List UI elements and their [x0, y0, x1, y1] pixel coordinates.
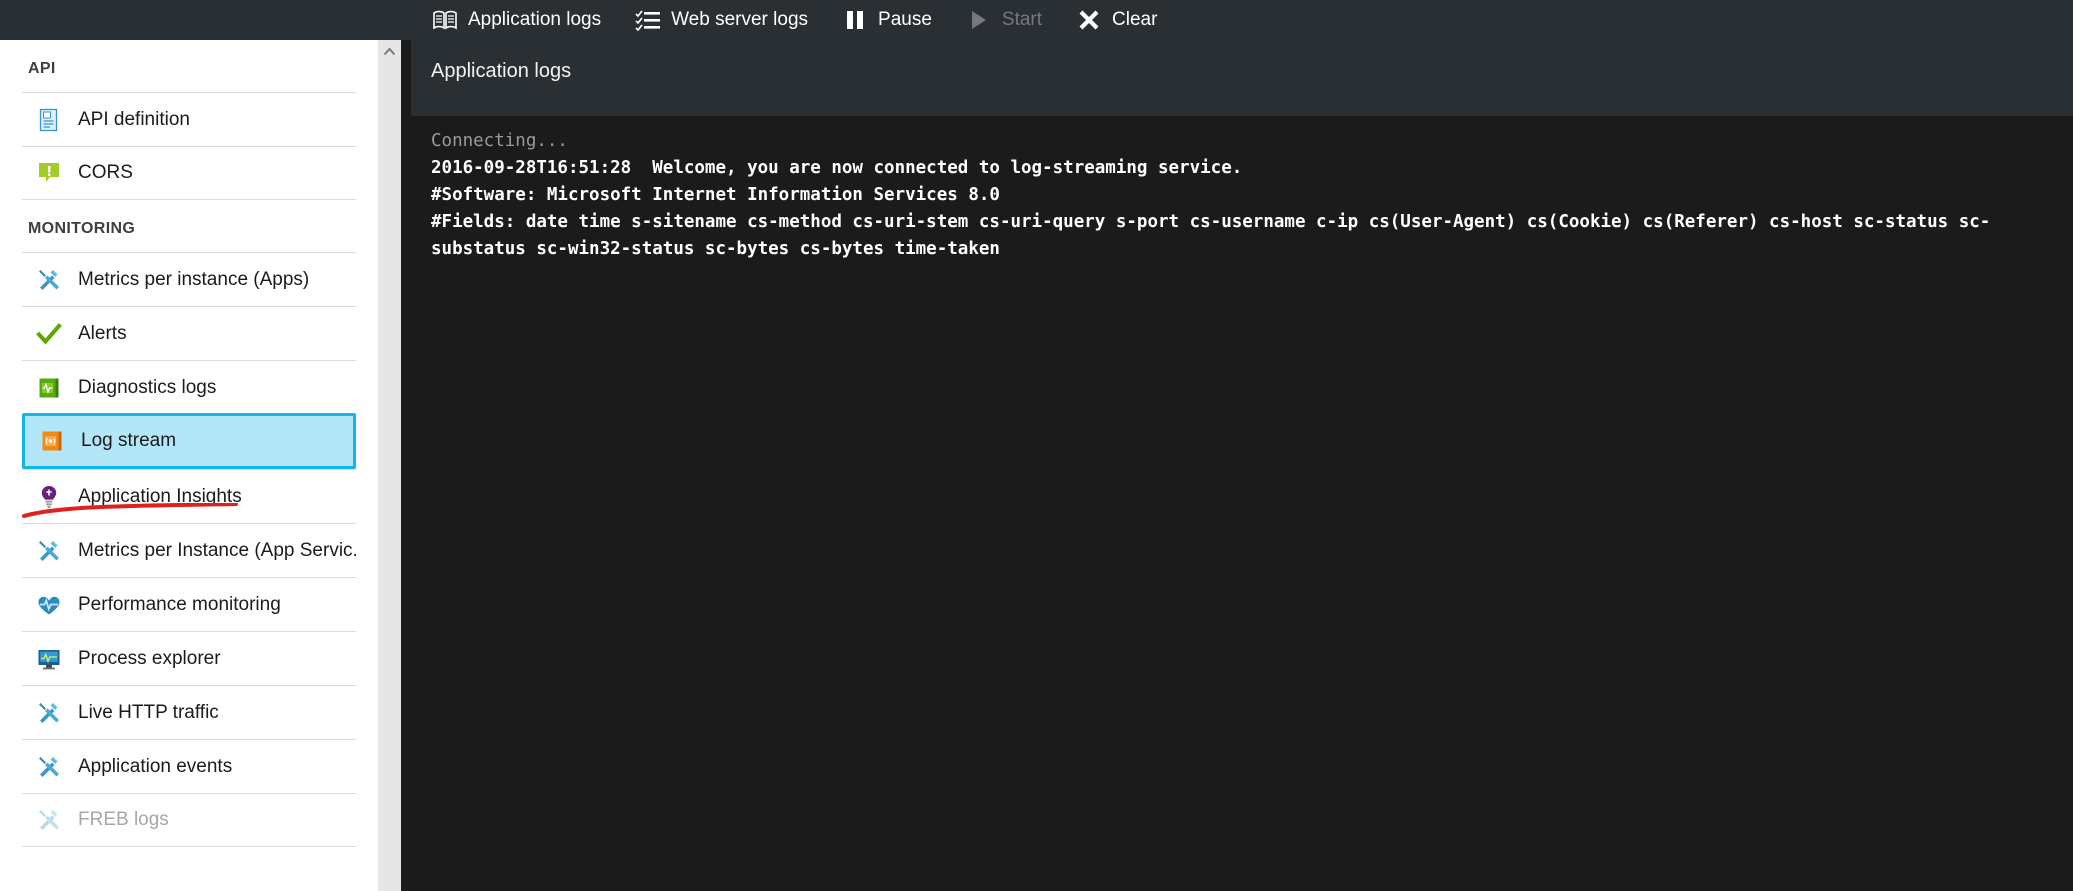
toolbar-left-spacer	[0, 20, 424, 21]
scroll-up-arrow-icon[interactable]	[378, 40, 401, 62]
log-line: 2016-09-28T16:51:28 Welcome, you are now…	[431, 158, 1243, 178]
monitor-icon	[36, 646, 62, 672]
sidebar-item-label: Process explorer	[78, 647, 221, 669]
sidebar-item-alerts[interactable]: Alerts	[22, 306, 356, 360]
tools-icon	[36, 807, 62, 833]
sidebar-item-label: Application events	[78, 755, 233, 777]
sidebar-item-process-explorer[interactable]: Process explorer	[22, 631, 356, 685]
sidebar-item-log-stream[interactable]: Log stream	[22, 413, 356, 469]
sidebar-scrollbar[interactable]	[378, 40, 401, 891]
log-stream-pane: Application logs Connecting... 2016-09-28…	[411, 40, 2073, 891]
toolbar-button-label: Clear	[1112, 9, 1158, 30]
sidebar-main-divider	[401, 40, 411, 891]
toolbar-button-label: Web server logs	[671, 9, 809, 30]
pause-icon	[842, 7, 868, 33]
resource-navigation-sidebar[interactable]: API API definition CORS MONITORING Metrics p…	[0, 40, 378, 891]
diagnostics-book-icon	[36, 375, 62, 401]
sidebar-item-label: CORS	[78, 162, 133, 183]
log-line: Connecting...	[431, 131, 568, 151]
nav-group: Metrics per instance (Apps) Alerts Diagnos…	[0, 252, 378, 847]
log-line: #Fields: date time s-sitename cs-method …	[431, 212, 1991, 259]
checklist-icon	[635, 7, 661, 33]
page-title: Application logs	[431, 60, 572, 82]
sidebar-item-label: Metrics per instance (Apps)	[78, 268, 310, 290]
toolbar-button-label: Start	[1001, 9, 1043, 30]
sidebar-item-diagnostics-logs[interactable]: Diagnostics logs	[22, 360, 356, 414]
close-x-icon	[1076, 7, 1102, 33]
log-stream-book-icon	[39, 428, 65, 454]
toolbar-button-pause[interactable]: Pause	[834, 0, 940, 40]
toolbar-button-label: Application logs	[468, 9, 602, 30]
sidebar-item-label: Application Insights	[78, 485, 242, 507]
lightbulb-icon	[36, 484, 62, 510]
sidebar-item-metrics-per-instance-apps[interactable]: Metrics per instance (Apps)	[22, 252, 356, 306]
sidebar-item-metrics-per-instance-app-servic[interactable]: Metrics per Instance (App Servic...	[22, 523, 356, 577]
checkmark-icon	[36, 321, 62, 347]
toolbar-button-web-server-logs[interactable]: Web server logs	[627, 0, 816, 40]
sidebar-item-label: FREB logs	[78, 809, 169, 830]
tools-icon	[36, 538, 62, 564]
sidebar-item-api-definition[interactable]: API definition	[22, 92, 356, 146]
nav-section-title: API	[28, 60, 56, 77]
sidebar-item-label: Metrics per Instance (App Servic...	[78, 539, 356, 561]
sidebar-item-label: Live HTTP traffic	[78, 701, 219, 723]
log-line: #Software: Microsoft Internet Informatio…	[431, 185, 1000, 205]
heart-pulse-icon	[36, 592, 62, 618]
sidebar-item-freb-logs: FREB logs	[22, 793, 356, 847]
tools-icon	[36, 267, 62, 293]
book-icon	[432, 7, 458, 33]
sidebar-item-application-insights[interactable]: Application Insights	[22, 469, 356, 523]
sidebar-item-live-http-traffic[interactable]: Live HTTP traffic	[22, 685, 356, 739]
sidebar-item-cors[interactable]: CORS	[22, 146, 356, 200]
toolbar-button-clear[interactable]: Clear	[1068, 0, 1165, 40]
sidebar-item-label: Alerts	[78, 322, 127, 344]
sidebar-item-label: API definition	[78, 108, 190, 130]
toolbar-button-label: Pause	[878, 9, 932, 30]
nav-section-title: MONITORING	[28, 220, 136, 237]
log-console[interactable]: Connecting... 2016-09-28T16:51:28 Welcome…	[411, 116, 2073, 891]
nav-group: API definition CORS	[0, 92, 378, 200]
api-definition-icon	[36, 107, 62, 133]
cors-icon	[36, 160, 62, 186]
sidebar-item-application-events[interactable]: Application events	[22, 739, 356, 793]
sidebar-item-label: Log stream	[81, 430, 177, 451]
toolbar-button-start[interactable]: Start	[958, 0, 1050, 40]
toolbar-button-application-logs[interactable]: Application logs	[424, 0, 609, 40]
play-icon	[966, 7, 992, 33]
sidebar-item-performance-monitoring[interactable]: Performance monitoring	[22, 577, 356, 631]
tools-icon	[36, 754, 62, 780]
command-toolbar: Application logs Web server logs Pause S…	[0, 0, 2073, 40]
sidebar-item-label: Diagnostics logs	[78, 376, 217, 398]
sidebar-item-label: Performance monitoring	[78, 593, 281, 615]
tools-icon	[36, 700, 62, 726]
